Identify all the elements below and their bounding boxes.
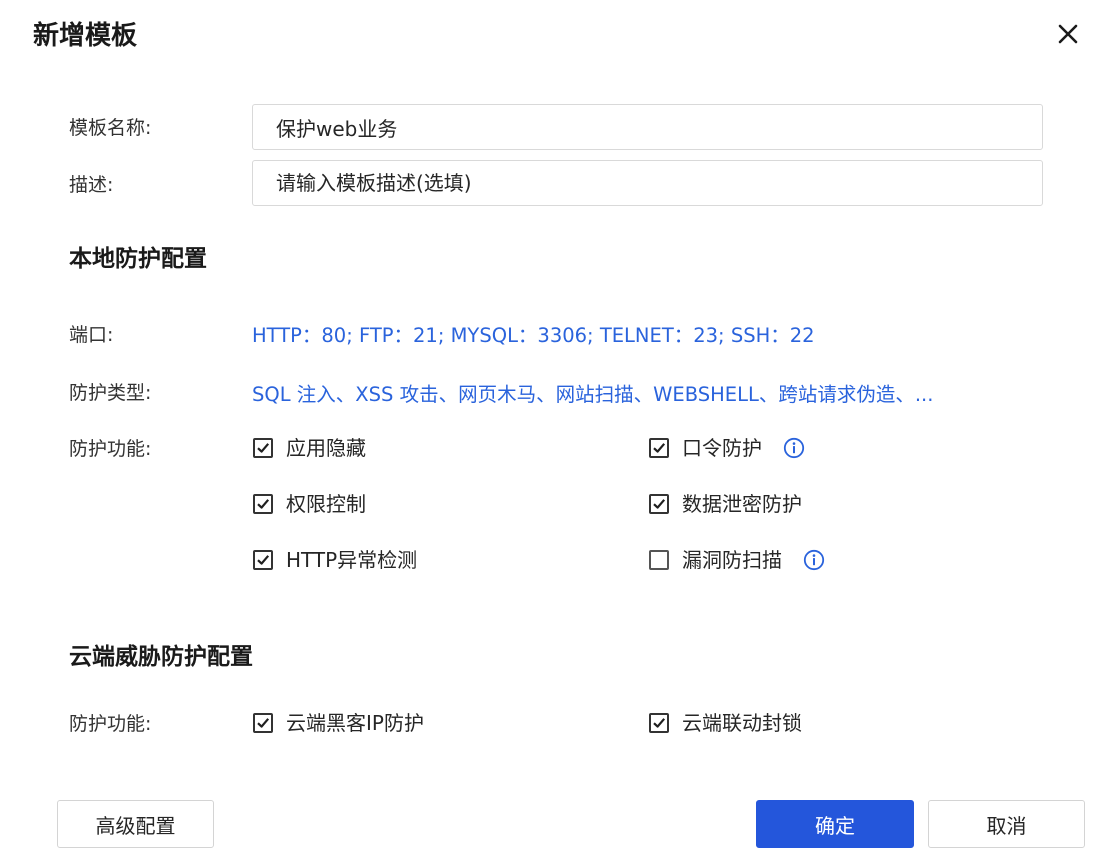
checkbox-label: 云端联动封锁	[682, 711, 802, 735]
template-name-label: 模板名称:	[69, 117, 152, 139]
info-icon[interactable]	[783, 437, 805, 459]
ports-link[interactable]: HTTP：80; FTP：21; MYSQL：3306; TELNET：23; …	[252, 323, 815, 349]
checkbox-vuln-anti-scan[interactable]: 漏洞防扫描	[649, 546, 825, 574]
checkbox-app-hide[interactable]: 应用隐藏	[253, 434, 366, 462]
checkbox-box[interactable]	[649, 494, 669, 514]
close-icon[interactable]	[1052, 18, 1084, 50]
description-input[interactable]	[252, 160, 1043, 206]
checkbox-password-protection[interactable]: 口令防护	[649, 434, 805, 462]
dialog-title: 新增模板	[33, 21, 138, 51]
checkbox-label: 云端黑客IP防护	[286, 711, 424, 735]
local-protection-title: 本地防护配置	[69, 246, 207, 272]
advanced-config-button[interactable]: 高级配置	[57, 800, 214, 848]
cloud-protection-title: 云端威胁防护配置	[69, 644, 253, 670]
info-icon[interactable]	[803, 549, 825, 571]
checkbox-cloud-linkage-block[interactable]: 云端联动封锁	[649, 709, 802, 737]
template-name-input[interactable]	[252, 104, 1043, 150]
checkbox-permission-control[interactable]: 权限控制	[253, 490, 366, 518]
checkbox-box[interactable]	[649, 713, 669, 733]
checkbox-data-leak-protection[interactable]: 数据泄密防护	[649, 490, 802, 518]
cloud-functions-label: 防护功能:	[69, 713, 152, 735]
checkbox-box[interactable]	[253, 494, 273, 514]
checkbox-box[interactable]	[253, 438, 273, 458]
checkbox-label: 口令防护	[682, 436, 762, 460]
confirm-button[interactable]: 确定	[756, 800, 914, 848]
protection-type-label: 防护类型:	[69, 382, 152, 404]
protection-type-link[interactable]: SQL 注入、XSS 攻击、网页木马、网站扫描、WEBSHELL、跨站请求伪造、…	[252, 382, 933, 408]
checkbox-label: 漏洞防扫描	[682, 548, 782, 572]
checkbox-box[interactable]	[253, 550, 273, 570]
checkbox-box[interactable]	[649, 438, 669, 458]
checkbox-label: 权限控制	[286, 492, 366, 516]
ports-label: 端口:	[69, 324, 114, 346]
checkbox-label: HTTP异常检测	[286, 548, 418, 572]
checkbox-http-anomaly-detection[interactable]: HTTP异常检测	[253, 546, 417, 574]
cancel-button[interactable]: 取消	[928, 800, 1085, 848]
checkbox-label: 应用隐藏	[286, 436, 366, 460]
description-label: 描述:	[69, 174, 114, 196]
checkbox-cloud-hacker-ip[interactable]: 云端黑客IP防护	[253, 709, 424, 737]
checkbox-label: 数据泄密防护	[682, 492, 802, 516]
checkbox-box[interactable]	[253, 713, 273, 733]
local-functions-label: 防护功能:	[69, 438, 152, 460]
checkbox-box[interactable]	[649, 550, 669, 570]
